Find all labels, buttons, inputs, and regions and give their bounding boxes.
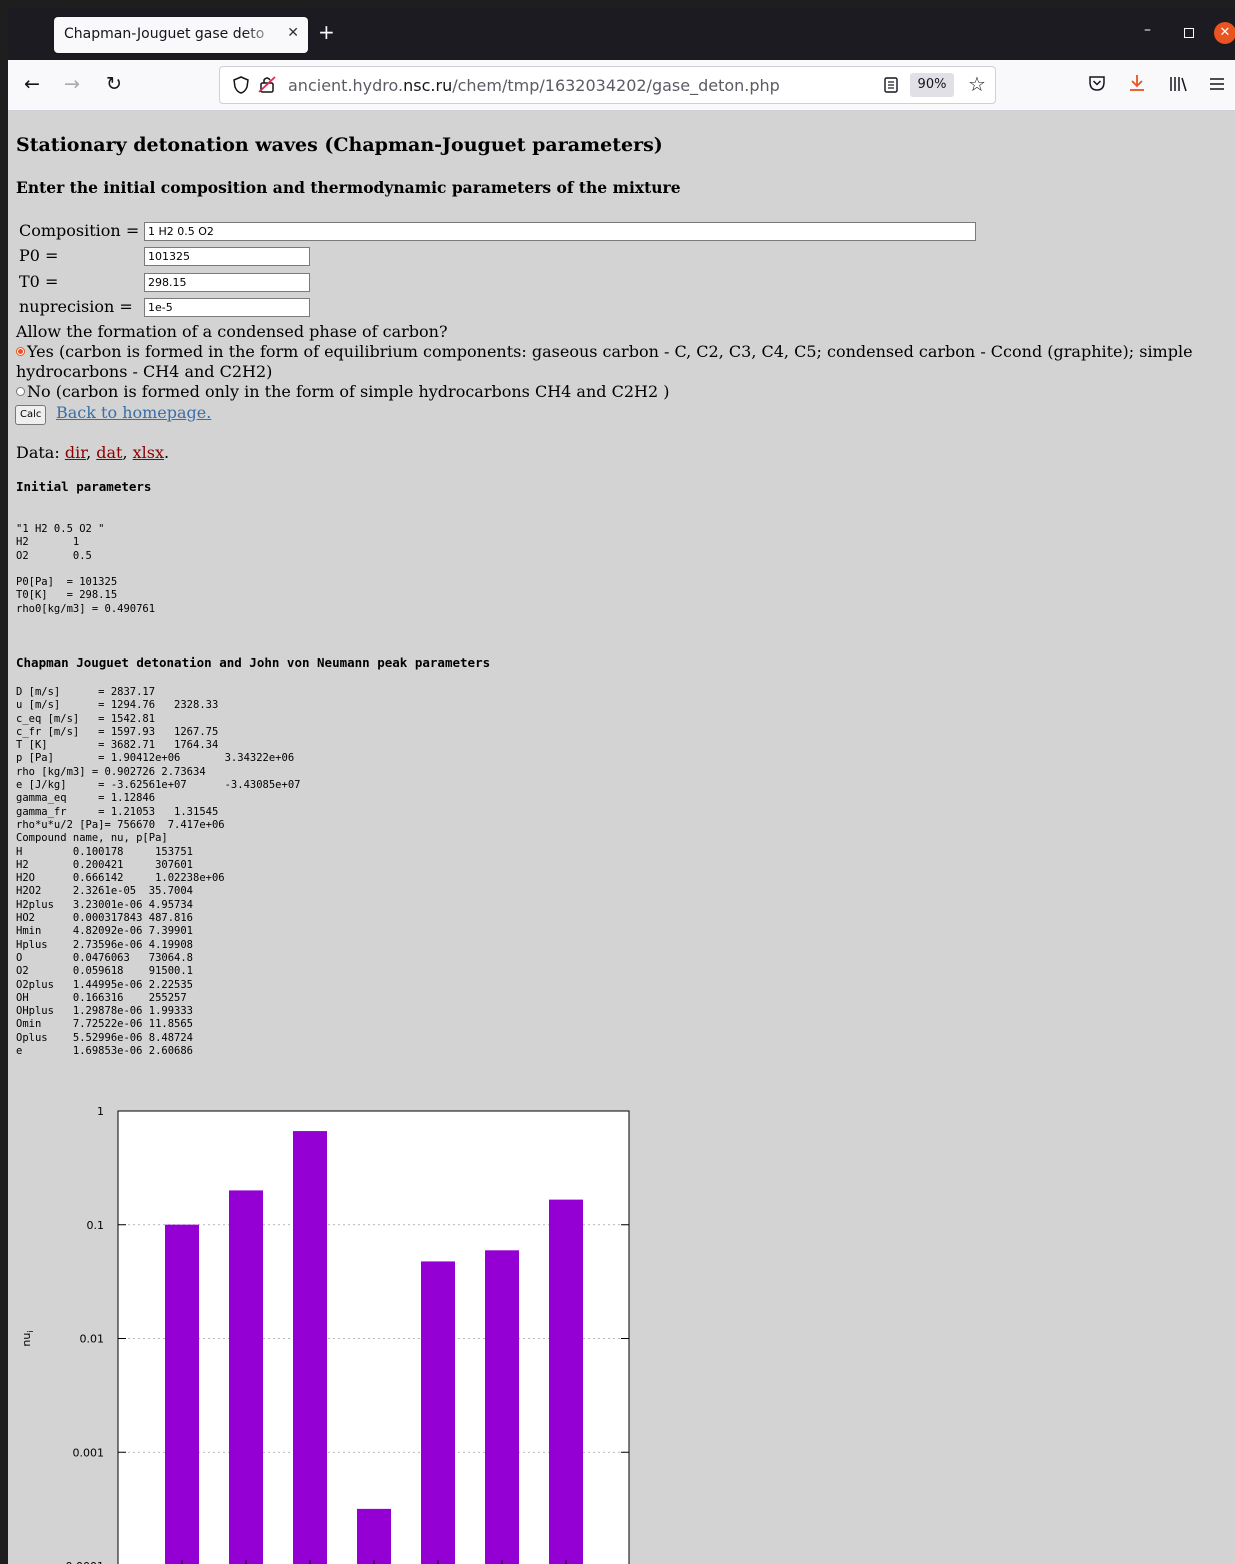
dir-link[interactable]: dir [65,443,86,462]
cj-heading: Chapman Jouguet detonation and John von … [16,655,491,670]
composition-label: Composition = [19,221,140,240]
back-icon[interactable]: ← [24,73,40,95]
radio-yes[interactable] [16,347,25,356]
option-yes[interactable]: Yes (carbon is formed in the form of equ… [16,342,1193,361]
maximize-icon[interactable] [1184,28,1194,38]
option-yes-continued: hydrocarbons - CH4 and C2H2) [16,362,273,381]
nuprecision-input[interactable] [144,298,310,317]
page-title: Stationary detonation waves (Chapman-Jou… [16,134,663,156]
carbon-question: Allow the formation of a condensed phase… [16,322,448,341]
bar-h2 [229,1190,263,1564]
pocket-icon[interactable] [1088,74,1106,92]
species-bar-chart: 0.00010.0010.010.11HH2H2OHO2OO2OHnui [20,1105,630,1564]
initial-parameters-heading: Initial parameters [16,479,152,494]
bar-ho2 [357,1508,391,1564]
y-axis-label: nui [20,1330,35,1346]
library-icon[interactable] [1168,75,1188,93]
bar-o [421,1261,455,1564]
radio-no[interactable] [16,387,25,396]
bar-o2 [485,1250,519,1564]
download-icon[interactable] [1128,73,1146,93]
tab-title-fade [244,17,280,53]
insecure-lock-icon[interactable] [258,75,278,95]
option-no-label: No (carbon is formed only in the form of… [27,382,670,401]
y-tick-label: 1 [97,1105,104,1118]
y-tick-label: 0.001 [73,1446,105,1459]
nuprecision-label: nuprecision = [19,297,133,316]
y-tick-label: 0.0001 [66,1560,105,1564]
page-subtitle: Enter the initial composition and thermo… [16,178,681,197]
composition-input[interactable] [144,222,976,241]
dat-link[interactable]: dat [96,443,122,462]
window-close-icon[interactable]: ✕ [1214,22,1235,44]
bar-oh [549,1199,583,1564]
page-content: Stationary detonation waves (Chapman-Jou… [8,111,1235,1564]
forward-icon[interactable]: → [64,73,80,95]
t0-input[interactable] [144,273,310,292]
menu-icon[interactable] [1208,76,1226,92]
url-text[interactable]: ancient.hydro.nsc.ru/chem/tmp/1632034202… [288,76,780,95]
shield-icon[interactable] [232,75,250,95]
bookmark-star-icon[interactable]: ☆ [968,72,986,96]
tab-strip: Chapman-Jouguet gase deto ✕ + – ✕ [8,8,1235,60]
p0-label: P0 = [19,246,59,265]
initial-parameters-block: "1 H2 0.5 O2 " H2 1 O2 0.5 P0[Pa] = 1013… [16,523,156,615]
calc-button[interactable]: Calc [15,405,47,425]
option-yes-label: Yes (carbon is formed in the form of equ… [27,342,1193,361]
minimize-icon[interactable]: – [1144,22,1151,38]
data-links: Data: dir, dat, xlsx. [16,443,170,462]
reader-view-icon[interactable] [883,76,899,94]
t0-label: T0 = [19,272,59,291]
p0-input[interactable] [144,247,310,266]
y-tick-label: 0.1 [87,1219,105,1232]
bar-h2o [293,1131,327,1564]
nav-bar: ← → ↻ ancient.hydro.nsc.ru/chem/tmp/1632… [8,60,1235,111]
reload-icon[interactable]: ↻ [106,73,122,95]
xlsx-link[interactable]: xlsx [133,443,164,462]
y-tick-label: 0.01 [80,1333,105,1346]
new-tab-icon[interactable]: + [318,20,335,44]
tab-active[interactable]: Chapman-Jouguet gase deto ✕ [54,17,308,53]
url-bar[interactable]: ancient.hydro.nsc.ru/chem/tmp/1632034202… [219,66,996,104]
zoom-level[interactable]: 90% [910,73,954,97]
browser-window: Chapman-Jouguet gase deto ✕ + – ✕ ← → ↻ … [8,8,1235,1564]
data-links-prefix: Data: [16,443,60,462]
cj-parameters-block: D [m/s] = 2837.17 u [m/s] = 1294.76 2328… [16,686,301,1058]
close-icon[interactable]: ✕ [287,25,299,41]
homepage-link[interactable]: Back to homepage. [56,403,211,422]
bar-h [165,1224,199,1564]
option-no[interactable]: No (carbon is formed only in the form of… [16,382,669,401]
